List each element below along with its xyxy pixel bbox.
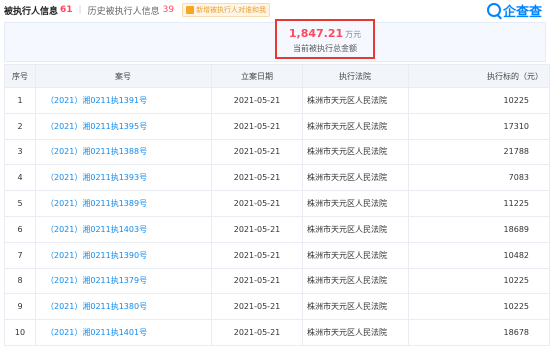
magnifier-logo-icon — [486, 3, 501, 17]
row-index: 9 — [4, 293, 36, 321]
row-index: 10 — [4, 319, 36, 346]
target-amount: 10482 — [408, 241, 550, 269]
target-amount: 7083 — [408, 164, 550, 192]
filing-date: 2021-05-21 — [211, 319, 303, 346]
filing-date: 2021-05-21 — [211, 112, 303, 140]
filing-date: 2021-05-21 — [211, 215, 303, 243]
section-title: 被执行人信息 — [4, 6, 59, 17]
row-index: 5 — [4, 190, 36, 217]
target-amount: 21788 — [408, 138, 550, 166]
col-index-header: 序号 — [4, 64, 36, 88]
history-tab-count: 39 — [162, 5, 175, 15]
new-tag-button[interactable]: 新增被执行人对谁和我 — [182, 3, 271, 17]
history-tab-label: 历史被执行人信息 — [87, 6, 160, 17]
court-name: 株洲市天元区人民法院 — [302, 164, 409, 192]
filing-date: 2021-05-21 — [211, 293, 303, 321]
case-number-link[interactable]: （2021）湘0211执1403号 — [35, 215, 212, 243]
executed-table: 序号 案号 立案日期 执行法院 执行标的（元） 1 （2021）湘0211执139… — [4, 64, 550, 346]
history-tab[interactable]: 历史被执行人信息 39 — [88, 4, 174, 17]
section-header: 被执行人信息 61 | 历史被执行人信息 39 新增被执行人对谁和我 企查查 — [0, 0, 550, 20]
case-number-link[interactable]: （2021）湘0211执1401号 — [35, 319, 212, 346]
case-number-link[interactable]: （2021）湘0211执1389号 — [35, 190, 212, 217]
case-number-link[interactable]: （2021）湘0211执1388号 — [35, 138, 212, 166]
court-name: 株洲市天元区人民法院 — [302, 87, 409, 114]
qichacha-logo: 企查查 — [486, 0, 542, 20]
case-number-link[interactable]: （2021）湘0211执1390号 — [35, 241, 212, 269]
table-row: 2 （2021）湘0211执1395号 2021-05-21 株洲市天元区人民法院 17… — [4, 112, 550, 140]
table-row: 10 （2021）湘0211执1401号 2021-05-21 株洲市天元区人民法院 1… — [4, 319, 550, 346]
case-number-link[interactable]: （2021）湘0211执1393号 — [35, 164, 212, 192]
target-amount: 10225 — [408, 87, 550, 114]
table-row: 5 （2021）湘0211执1389号 2021-05-21 株洲市天元区人民法院 11… — [4, 190, 550, 217]
case-number-link[interactable]: （2021）湘0211执1379号 — [35, 267, 212, 295]
filing-date: 2021-05-21 — [211, 138, 303, 166]
total-amount-value: 1,847.21 — [288, 27, 344, 40]
row-index: 8 — [4, 267, 36, 295]
court-name: 株洲市天元区人民法院 — [302, 267, 409, 295]
col-target-header: 执行标的（元） — [408, 64, 550, 88]
row-index: 6 — [4, 215, 36, 243]
tag-label: 新增被执行人对谁和我 — [196, 6, 267, 14]
filing-date: 2021-05-21 — [211, 87, 303, 114]
amount-highlight-box: 1,847.21 万元 当前被执行总金额 — [275, 19, 375, 59]
row-index: 7 — [4, 241, 36, 269]
table-row: 7 （2021）湘0211执1390号 2021-05-21 株洲市天元区人民法院 10… — [4, 241, 550, 269]
case-number-link[interactable]: （2021）湘0211执1380号 — [35, 293, 212, 321]
col-date-header: 立案日期 — [211, 64, 303, 88]
table-row: 6 （2021）湘0211执1403号 2021-05-21 株洲市天元区人民法院 18… — [4, 215, 550, 243]
court-name: 株洲市天元区人民法院 — [302, 319, 409, 346]
filing-date: 2021-05-21 — [211, 241, 303, 269]
court-name: 株洲市天元区人民法院 — [302, 241, 409, 269]
table-row: 8 （2021）湘0211执1379号 2021-05-21 株洲市天元区人民法院 10… — [4, 267, 550, 295]
table-row: 3 （2021）湘0211执1388号 2021-05-21 株洲市天元区人民法院 21… — [4, 138, 550, 166]
table-row: 1 （2021）湘0211执1391号 2021-05-21 株洲市天元区人民法院 10… — [4, 87, 550, 114]
total-amount-label: 当前被执行总金额 — [293, 44, 357, 53]
col-case-header: 案号 — [35, 64, 212, 88]
filing-date: 2021-05-21 — [211, 190, 303, 217]
tag-icon — [186, 6, 195, 14]
total-amount-unit: 万元 — [345, 30, 362, 39]
target-amount: 18689 — [408, 215, 550, 243]
court-name: 株洲市天元区人民法院 — [302, 138, 409, 166]
col-court-header: 执行法院 — [302, 64, 409, 88]
row-index: 2 — [4, 112, 36, 140]
logo-text: 企查查 — [502, 4, 542, 20]
court-name: 株洲市天元区人民法院 — [302, 293, 409, 321]
section-count: 61 — [60, 5, 73, 15]
total-amount: 1,847.21 万元 — [277, 27, 373, 40]
court-name: 株洲市天元区人民法院 — [302, 215, 409, 243]
summary-panel: 1,847.21 万元 当前被执行总金额 — [4, 19, 546, 62]
divider: | — [78, 5, 82, 15]
filing-date: 2021-05-21 — [211, 267, 303, 295]
court-name: 株洲市天元区人民法院 — [302, 112, 409, 140]
target-amount: 10225 — [408, 293, 550, 321]
target-amount: 10225 — [408, 267, 550, 295]
table-row: 9 （2021）湘0211执1380号 2021-05-21 株洲市天元区人民法院 10… — [4, 293, 550, 321]
row-index: 1 — [4, 87, 36, 114]
case-number-link[interactable]: （2021）湘0211执1391号 — [35, 87, 212, 114]
target-amount: 17310 — [408, 112, 550, 140]
court-name: 株洲市天元区人民法院 — [302, 190, 409, 217]
target-amount: 11225 — [408, 190, 550, 217]
filing-date: 2021-05-21 — [211, 164, 303, 192]
target-amount: 18678 — [408, 319, 550, 346]
table-header-row: 序号 案号 立案日期 执行法院 执行标的（元） — [4, 64, 550, 88]
row-index: 3 — [4, 138, 36, 166]
case-number-link[interactable]: （2021）湘0211执1395号 — [35, 112, 212, 140]
row-index: 4 — [4, 164, 36, 192]
table-row: 4 （2021）湘0211执1393号 2021-05-21 株洲市天元区人民法院 70… — [4, 164, 550, 192]
